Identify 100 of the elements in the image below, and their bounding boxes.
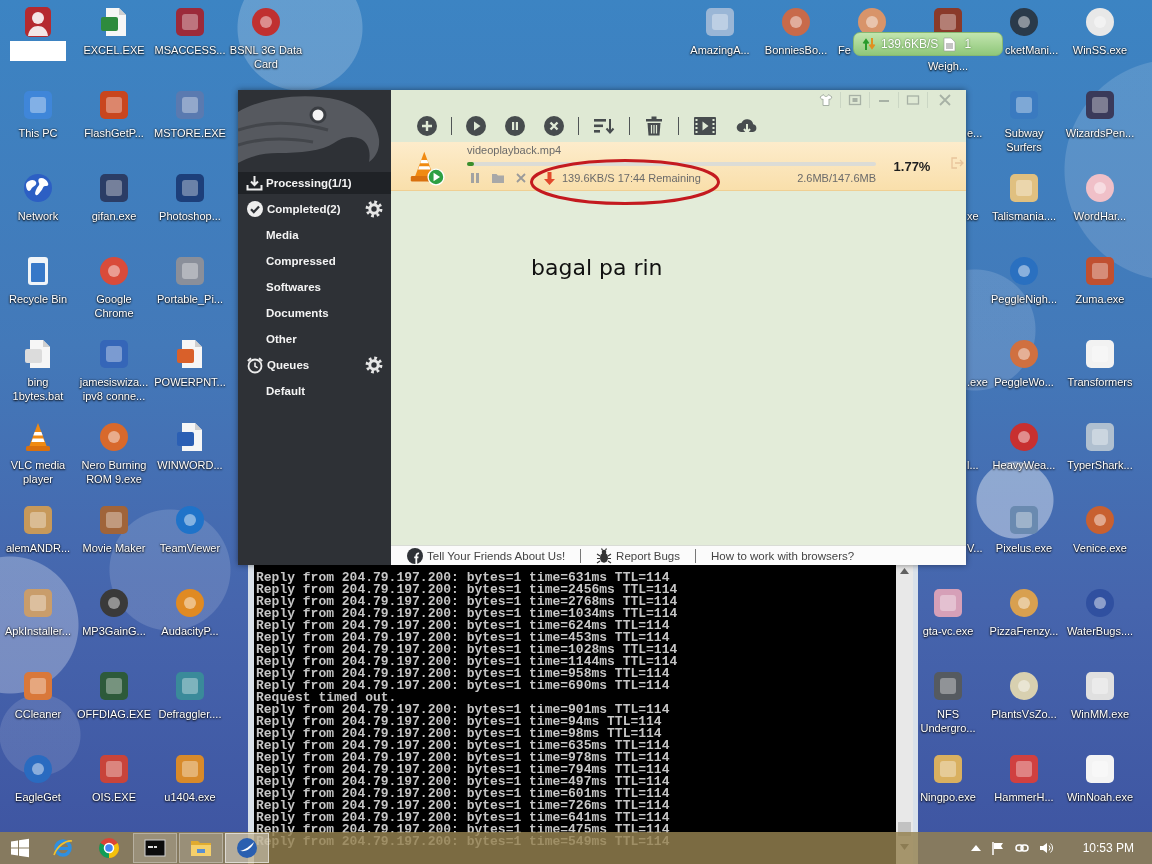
desktop-shortcut[interactable]: Subway Surfers xyxy=(1004,89,1044,154)
shortcut-label[interactable]: l... xyxy=(967,458,979,472)
sidebar-item[interactable]: Completed(2) xyxy=(238,198,361,220)
console-line: Reply from 204.79.197.200: bytes=1 time=98ms TTL=114 xyxy=(256,728,662,740)
app-tile-icon[interactable] xyxy=(932,6,964,32)
desktop-shortcut[interactable]: OIS.EXE xyxy=(92,753,136,804)
desktop-shortcut[interactable]: alemANDR... xyxy=(5,504,71,555)
desktop-shortcut[interactable]: Transformers xyxy=(1067,338,1133,389)
desktop-shortcut[interactable]: VLC media player xyxy=(10,421,66,486)
desktop-shortcut[interactable]: gifan.exe xyxy=(91,172,137,223)
ring-orbit-icon xyxy=(52,837,74,859)
desktop-shortcut[interactable]: WinMM.exe xyxy=(1070,670,1130,721)
desktop-shortcut[interactable]: PlantsVsZo... xyxy=(991,670,1057,721)
desktop-shortcut[interactable]: Network xyxy=(17,172,59,223)
desktop-shortcut[interactable]: Photoshop... xyxy=(159,172,221,223)
desktop-shortcut[interactable]: WINWORD... xyxy=(157,421,223,472)
desktop-shortcut[interactable]: HammerH... xyxy=(994,753,1054,804)
desktop-shortcut[interactable]: Defraggler.... xyxy=(158,670,222,721)
desktop-shortcut[interactable]: Nero Burning ROM 9.exe xyxy=(81,421,147,486)
sidebar-item[interactable]: Softwares xyxy=(238,276,391,298)
desktop-shortcut[interactable]: gta-vc.exe xyxy=(922,587,974,638)
sidebar-item[interactable]: Media xyxy=(238,224,391,246)
desktop-shortcut[interactable]: AmazingA... xyxy=(690,6,750,57)
sidebar-item[interactable]: Processing(1/1) xyxy=(238,172,391,194)
desktop-shortcut[interactable]: WinSS.exe xyxy=(1072,6,1128,57)
sort-icon[interactable] xyxy=(593,116,615,136)
desktop-shortcut[interactable]: MSACCESS... xyxy=(154,6,226,57)
sidebar-item[interactable]: Default xyxy=(238,380,391,402)
shirt-icon[interactable] xyxy=(819,93,833,107)
scroll-up-icon[interactable] xyxy=(900,568,909,574)
desktop-shortcut[interactable]: Movie Maker xyxy=(82,504,146,555)
x-circle-icon[interactable] xyxy=(544,116,564,136)
footer-link[interactable]: Tell Your Friends About Us! xyxy=(407,547,566,564)
desktop-shortcut[interactable]: Recycle Bin xyxy=(8,255,68,306)
desktop-shortcut[interactable]: Zuma.exe xyxy=(1075,255,1125,306)
footer-link[interactable]: How to work with browsers? xyxy=(711,549,855,562)
gear-icon[interactable] xyxy=(365,356,383,374)
desktop-shortcut[interactable]: POWERPNT... xyxy=(154,338,226,389)
shortcut-label[interactable]: Weigh... xyxy=(927,59,969,73)
desktop-shortcut[interactable]: PeggleNigh... xyxy=(990,255,1057,306)
desktop-shortcut[interactable]: PizzaFrenzy... xyxy=(989,587,1059,638)
trash-icon[interactable] xyxy=(644,116,664,136)
desktop-shortcut[interactable]: CCleaner xyxy=(14,670,62,721)
cross-icon[interactable] xyxy=(516,173,526,183)
sidebar-item[interactable]: Documents xyxy=(238,302,391,324)
desktop-shortcut[interactable]: ApkInstaller... xyxy=(4,587,71,638)
film-play-icon[interactable] xyxy=(693,116,717,136)
desktop-shortcut[interactable]: WaterBugs.... xyxy=(1066,587,1134,638)
desktop-shortcut[interactable]: BonniesBo... xyxy=(764,6,828,57)
desktop-shortcut[interactable]: MP3GainG... xyxy=(82,587,146,638)
footer-link[interactable]: Report Bugs xyxy=(596,547,681,564)
desktop-shortcut[interactable]: Pixelus.exe xyxy=(995,504,1053,555)
sidebar-item[interactable]: Other xyxy=(238,328,391,350)
clock-text[interactable]: 10:53 PM xyxy=(1082,841,1134,855)
shortcut-label[interactable]: e... xyxy=(967,126,983,140)
desktop-shortcut[interactable]: Portable_Pi... xyxy=(156,255,223,306)
desktop-shortcut[interactable]: WinNoah.exe xyxy=(1066,753,1133,804)
desktop-shortcut[interactable]: u1404.exe xyxy=(164,753,216,804)
desktop-shortcut[interactable]: PeggleWo... xyxy=(994,338,1054,389)
desktop-shortcut[interactable]: OFFDIAG.EXE xyxy=(77,670,151,721)
desktop-shortcut[interactable]: TyperShark... xyxy=(1067,421,1133,472)
console-line: Reply from 204.79.197.200: bytes=1 time=635ms TTL=114 xyxy=(256,740,670,752)
disc-icon xyxy=(1008,338,1040,370)
desktop-shortcut[interactable]: Talismania.... xyxy=(991,172,1057,223)
desktop-shortcut[interactable]: Venice.exe xyxy=(1073,504,1127,555)
desktop-shortcut[interactable]: Ningpo.exe xyxy=(920,753,976,804)
desktop-shortcut[interactable]: MSTORE.EXE xyxy=(154,89,226,140)
sidebar-item[interactable]: Compressed xyxy=(238,250,391,272)
app-tile-icon xyxy=(98,172,130,204)
desktop-shortcut[interactable]: AudacityP... xyxy=(161,587,219,638)
desktop-shortcut[interactable]: WizardsPen... xyxy=(1065,89,1135,140)
redaction-block xyxy=(10,41,66,61)
shortcut-label[interactable]: V... xyxy=(967,541,983,555)
desktop-shortcut[interactable]: FlashGetP... xyxy=(84,89,144,140)
speaker-icon[interactable] xyxy=(1038,841,1053,855)
flag-icon[interactable] xyxy=(990,841,1005,855)
taskbar-button[interactable] xyxy=(133,833,177,863)
desktop-shortcut[interactable] xyxy=(10,6,66,61)
desktop-shortcut[interactable]: EagleGet xyxy=(15,753,61,804)
play-circle-icon[interactable] xyxy=(466,116,486,136)
gear-icon[interactable] xyxy=(365,200,383,218)
pause-circle-icon[interactable] xyxy=(505,116,525,136)
link-icon[interactable] xyxy=(1014,841,1029,855)
sidebar-item[interactable]: Queues xyxy=(238,354,361,376)
download-item[interactable]: videoplayback.mp4 139.6KB/S 17:44 Remaining 2.6MB/147.6MB 1.77% xyxy=(391,142,966,191)
desktop-shortcut[interactable]: jamesiswiza... ipv8 conne... xyxy=(79,338,149,403)
up-triangle-icon[interactable] xyxy=(970,844,981,852)
shortcut-label[interactable]: Fe xyxy=(838,43,851,57)
desktop-shortcut[interactable]: cketMani... xyxy=(1005,6,1059,57)
desktop-shortcut[interactable]: EXCEL.EXE xyxy=(83,6,145,57)
desktop-shortcut[interactable]: Google Chrome xyxy=(94,255,134,320)
shortcut-label[interactable]: xe xyxy=(967,209,979,223)
desktop-shortcut[interactable]: TeamViewer xyxy=(159,504,221,555)
desktop-shortcut[interactable]: WordHar... xyxy=(1073,172,1127,223)
plus-circle-icon[interactable] xyxy=(417,116,437,136)
desktop-shortcut[interactable]: This PC xyxy=(18,89,58,140)
desktop-shortcut[interactable]: bing 1bytes.bat xyxy=(12,338,64,403)
desktop-shortcut[interactable]: BSNL 3G Data Card xyxy=(229,6,303,71)
desktop-shortcut[interactable]: NFS Undergro... xyxy=(920,670,976,735)
shortcut-label[interactable]: .exe xyxy=(967,375,988,389)
